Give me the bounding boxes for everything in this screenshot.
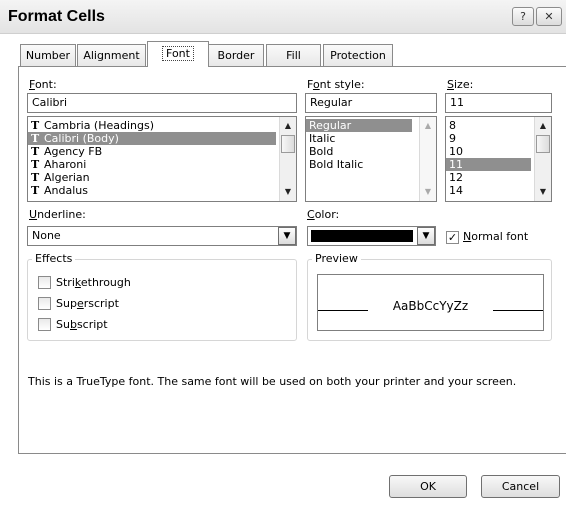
underline-value: None: [32, 229, 61, 242]
truetype-icon: T: [31, 184, 40, 197]
truetype-icon: T: [31, 171, 40, 184]
color-swatch: [311, 230, 413, 242]
font-item-andalus[interactable]: T Andalus: [28, 184, 296, 197]
tab-font[interactable]: Font: [147, 41, 209, 67]
font-style-item-regular[interactable]: Regular: [306, 119, 412, 132]
color-label: Color:: [307, 208, 340, 221]
font-style-list[interactable]: Regular Italic Bold Bold Italic ▲ ▼: [305, 116, 437, 202]
underline-select[interactable]: None ▼: [27, 226, 297, 246]
truetype-icon: T: [31, 145, 40, 158]
size-label: Size:: [447, 78, 474, 91]
cancel-button[interactable]: Cancel: [481, 475, 560, 498]
underline-dropdown-icon[interactable]: ▼: [278, 227, 296, 245]
scroll-up-icon[interactable]: ▲: [535, 119, 551, 133]
font-item-calibri[interactable]: T Calibri (Body): [28, 132, 276, 145]
scroll-thumb[interactable]: [536, 135, 550, 153]
font-style-input[interactable]: Regular: [305, 93, 437, 113]
preview-sample: AaBbCcYyZz: [392, 299, 469, 313]
font-list-scrollbar[interactable]: ▲ ▼: [279, 117, 296, 201]
scroll-down-icon[interactable]: ▼: [420, 185, 436, 199]
size-item-11[interactable]: 11: [446, 158, 531, 171]
help-button[interactable]: ?: [512, 7, 534, 26]
font-label: Font:: [29, 78, 57, 91]
font-style-item-italic[interactable]: Italic: [306, 132, 436, 145]
strikethrough-label[interactable]: Strikethrough: [56, 276, 131, 289]
color-dropdown-icon[interactable]: ▼: [417, 227, 435, 245]
font-style-scrollbar[interactable]: ▲ ▼: [419, 117, 436, 201]
truetype-icon: T: [31, 132, 40, 145]
truetype-icon: T: [31, 158, 40, 171]
scroll-thumb[interactable]: [281, 135, 295, 153]
subscript-label[interactable]: Subscript: [56, 318, 108, 331]
close-button[interactable]: ✕: [536, 7, 562, 26]
font-list[interactable]: T Cambria (Headings) T Calibri (Body) T Age…: [27, 116, 297, 202]
font-style-item-bold[interactable]: Bold: [306, 145, 436, 158]
preview-box: AaBbCcYyZz: [317, 274, 544, 331]
font-item-cambria[interactable]: T Cambria (Headings): [28, 119, 296, 132]
info-text: This is a TrueType font. The same font w…: [28, 375, 517, 388]
normal-font-checkbox[interactable]: ✓: [446, 231, 459, 244]
font-input[interactable]: Calibri: [27, 93, 297, 113]
color-picker[interactable]: ▼: [307, 226, 436, 246]
size-list-scrollbar[interactable]: ▲ ▼: [534, 117, 551, 201]
font-item-agency[interactable]: T Agency FB: [28, 145, 296, 158]
preview-label: Preview: [312, 252, 361, 265]
strikethrough-checkbox[interactable]: [38, 276, 51, 289]
font-style-item-bold-italic[interactable]: Bold Italic: [306, 158, 436, 171]
effects-label: Effects: [32, 252, 76, 265]
font-item-aharoni[interactable]: T Aharoni: [28, 158, 296, 171]
font-style-label: Font style:: [307, 78, 365, 91]
superscript-checkbox[interactable]: [38, 297, 51, 310]
font-item-algerian[interactable]: T Algerian: [28, 171, 296, 184]
tab-alignment[interactable]: Alignment: [77, 44, 146, 66]
size-list[interactable]: 8 9 10 11 12 14 ▲ ▼: [445, 116, 552, 202]
truetype-icon: T: [31, 119, 40, 132]
scroll-up-icon[interactable]: ▲: [420, 119, 436, 133]
scroll-down-icon[interactable]: ▼: [535, 185, 551, 199]
dialog-title: Format Cells: [8, 8, 105, 25]
scroll-down-icon[interactable]: ▼: [280, 185, 296, 199]
subscript-checkbox[interactable]: [38, 318, 51, 331]
tab-fill[interactable]: Fill: [266, 44, 321, 66]
tab-border[interactable]: Border: [208, 44, 264, 66]
superscript-label[interactable]: Superscript: [56, 297, 119, 310]
ok-button[interactable]: OK: [389, 475, 467, 498]
tab-protection[interactable]: Protection: [323, 44, 393, 66]
underline-label: Underline:: [29, 208, 86, 221]
scroll-up-icon[interactable]: ▲: [280, 119, 296, 133]
tab-number[interactable]: Number: [20, 44, 76, 66]
size-input[interactable]: 11: [445, 93, 552, 113]
normal-font-label[interactable]: Normal font: [463, 230, 528, 243]
